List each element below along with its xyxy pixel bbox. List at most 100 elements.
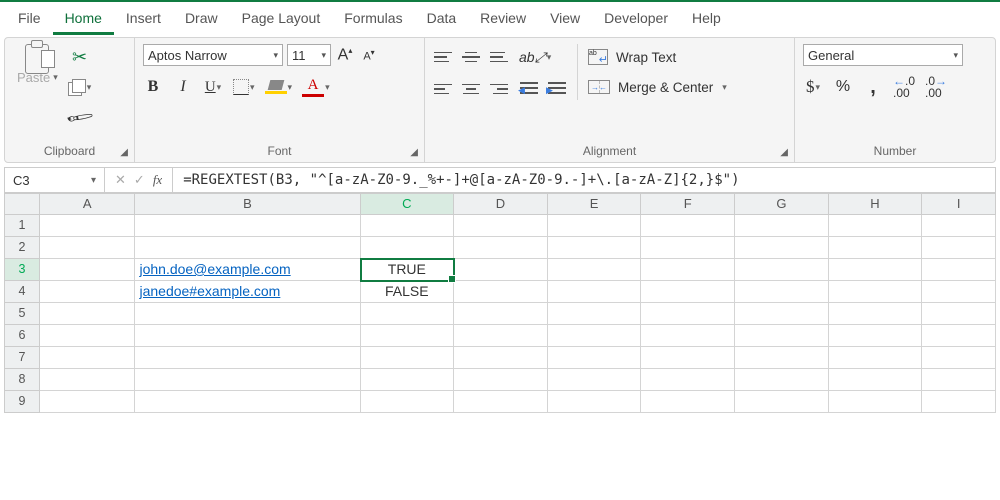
chevron-down-icon[interactable]: ▾ (53, 72, 58, 83)
cell[interactable] (40, 215, 136, 237)
cell[interactable] (829, 391, 923, 413)
accounting-format-button[interactable]: $▾ (803, 76, 823, 98)
cell[interactable] (454, 281, 548, 303)
cell[interactable] (135, 237, 360, 259)
chevron-down-icon[interactable]: ▾ (722, 82, 727, 93)
paste-button[interactable] (23, 46, 51, 68)
cell[interactable] (40, 391, 136, 413)
row-header[interactable]: 6 (4, 325, 40, 347)
formula-bar[interactable]: =REGEXTEST(B3, "^[a-zA-Z0-9._%+-]+@[a-zA… (173, 172, 749, 188)
cell[interactable] (40, 347, 136, 369)
row-header[interactable]: 9 (4, 391, 40, 413)
cell[interactable] (922, 369, 996, 391)
underline-button[interactable]: U▾ (203, 76, 223, 98)
cell[interactable] (548, 347, 642, 369)
chevron-down-icon[interactable]: ▾ (325, 82, 330, 93)
comma-format-button[interactable]: , (863, 76, 883, 98)
cell[interactable] (641, 325, 735, 347)
cell[interactable]: janedoe#example.com (135, 281, 360, 303)
tab-review[interactable]: Review (468, 6, 538, 35)
chevron-down-icon[interactable]: ▾ (288, 82, 293, 93)
column-header[interactable]: B (135, 193, 360, 215)
chevron-down-icon[interactable]: ▾ (87, 82, 92, 93)
insert-function-button[interactable]: fx (153, 172, 162, 188)
cell[interactable] (829, 347, 923, 369)
cell[interactable] (454, 215, 548, 237)
borders-button[interactable]: ▾ (233, 76, 255, 98)
row-header[interactable]: 7 (4, 347, 40, 369)
cell[interactable] (454, 391, 548, 413)
column-header[interactable]: G (735, 193, 829, 215)
row-header[interactable]: 8 (4, 369, 40, 391)
cell[interactable] (829, 259, 923, 281)
tab-help[interactable]: Help (680, 6, 733, 35)
cell[interactable] (454, 347, 548, 369)
tab-file[interactable]: File (6, 6, 53, 35)
cell[interactable]: FALSE (361, 281, 455, 303)
cell[interactable] (735, 347, 829, 369)
bold-button[interactable]: B (143, 76, 163, 98)
chevron-down-icon[interactable]: ▾ (91, 175, 96, 186)
orientation-button[interactable]: ab⤢▾ (519, 46, 551, 68)
column-header[interactable]: I (922, 193, 996, 215)
dialog-launcher-icon[interactable]: ◢ (410, 147, 418, 158)
dialog-launcher-icon[interactable]: ◢ (780, 147, 788, 158)
cell[interactable] (40, 303, 136, 325)
cell[interactable] (135, 215, 360, 237)
cell[interactable] (40, 369, 136, 391)
tab-insert[interactable]: Insert (114, 6, 173, 35)
cell[interactable]: TRUE (361, 259, 455, 281)
align-middle-button[interactable] (461, 46, 481, 68)
cell[interactable]: john.doe@example.com (135, 259, 360, 281)
cell[interactable] (361, 237, 455, 259)
cell[interactable] (135, 303, 360, 325)
dialog-launcher-icon[interactable]: ◢ (120, 147, 128, 158)
cell[interactable] (922, 215, 996, 237)
chevron-down-icon[interactable]: ▾ (547, 52, 552, 63)
cell[interactable] (361, 369, 455, 391)
cell[interactable] (548, 237, 642, 259)
cell[interactable] (641, 237, 735, 259)
tab-formulas[interactable]: Formulas (332, 6, 414, 35)
wrap-text-button[interactable]: ab↵ Wrap Text (588, 46, 727, 68)
tab-developer[interactable]: Developer (592, 6, 680, 35)
cell[interactable] (135, 391, 360, 413)
cell[interactable] (641, 391, 735, 413)
increase-indent-button[interactable]: ▶ (547, 78, 567, 100)
cell[interactable] (829, 237, 923, 259)
percent-format-button[interactable]: % (833, 76, 853, 98)
cell[interactable] (40, 325, 136, 347)
align-center-button[interactable] (461, 78, 481, 100)
cut-button[interactable]: ✂ (68, 46, 92, 68)
cell[interactable] (829, 303, 923, 325)
enter-formula-button[interactable]: ✓ (134, 172, 145, 188)
row-header[interactable]: 5 (4, 303, 40, 325)
cell[interactable] (641, 281, 735, 303)
format-painter-button[interactable]: 🖌 (68, 106, 92, 128)
row-header[interactable]: 3 (4, 259, 40, 281)
cell[interactable] (922, 281, 996, 303)
cell[interactable] (40, 281, 136, 303)
merge-center-button[interactable]: →← Merge & Center ▾ (588, 76, 727, 98)
align-right-button[interactable] (489, 78, 509, 100)
cell[interactable] (829, 325, 923, 347)
cell[interactable] (829, 215, 923, 237)
cell[interactable] (922, 259, 996, 281)
tab-home[interactable]: Home (53, 6, 114, 35)
cell[interactable] (361, 303, 455, 325)
font-size-combo[interactable]: 11▾ (287, 44, 331, 66)
cell[interactable] (922, 325, 996, 347)
cancel-formula-button[interactable]: ✕ (115, 172, 126, 188)
cell[interactable] (922, 347, 996, 369)
chevron-down-icon[interactable]: ▾ (217, 82, 222, 93)
italic-button[interactable]: I (173, 76, 193, 98)
cell[interactable] (548, 259, 642, 281)
name-box[interactable]: C3▾ (5, 168, 105, 192)
cell[interactable] (641, 259, 735, 281)
cell[interactable] (548, 369, 642, 391)
select-all-corner[interactable] (4, 193, 40, 215)
cell[interactable] (454, 325, 548, 347)
row-header[interactable]: 4 (4, 281, 40, 303)
align-bottom-button[interactable] (489, 46, 509, 68)
cell[interactable] (548, 281, 642, 303)
